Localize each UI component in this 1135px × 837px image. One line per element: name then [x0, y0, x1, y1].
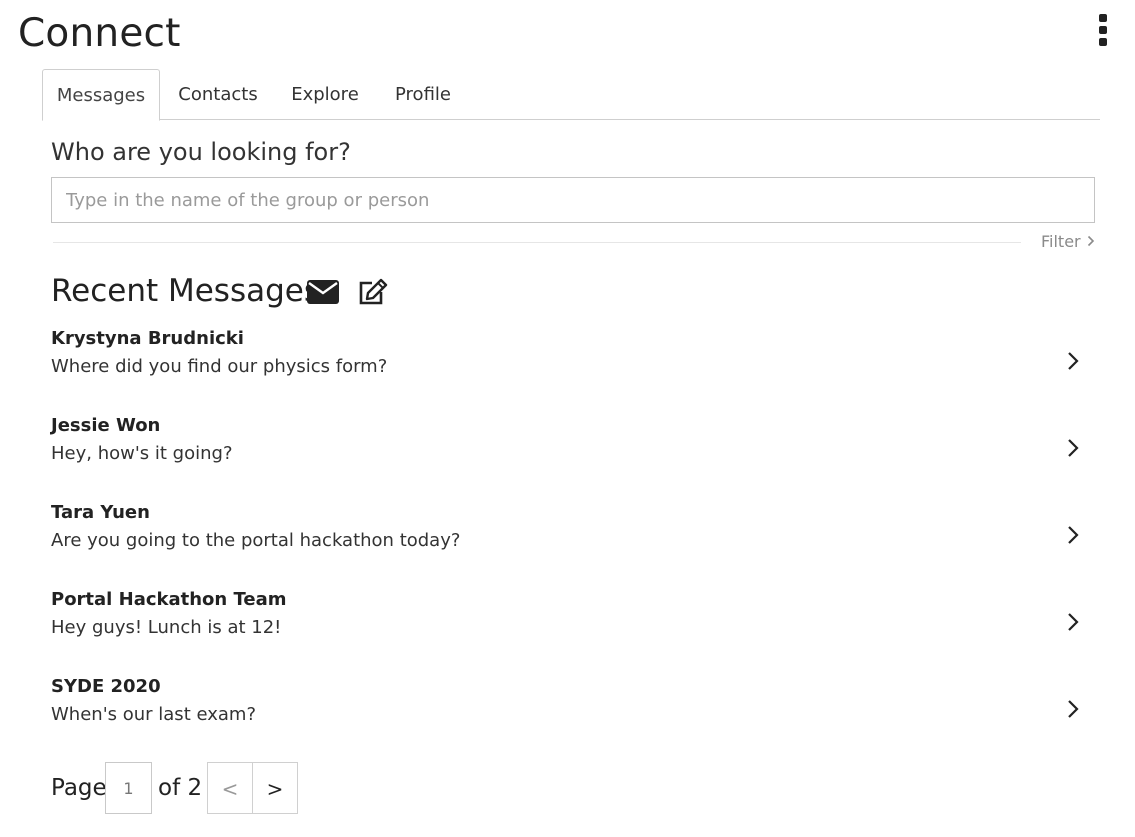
- chevron-right-icon[interactable]: [1064, 697, 1082, 721]
- page-number-input[interactable]: [105, 762, 152, 814]
- message-list: Krystyna Brudnicki Where did you find ou…: [51, 325, 1091, 760]
- chevron-right-icon[interactable]: [1064, 349, 1082, 373]
- envelope-icon[interactable]: [307, 280, 339, 304]
- filter-button[interactable]: Filter: [1041, 232, 1095, 252]
- message-preview: Are you going to the portal hackathon to…: [51, 530, 461, 551]
- search-input[interactable]: [51, 177, 1095, 223]
- message-sender: SYDE 2020: [51, 676, 161, 697]
- chevron-right-icon: [1087, 232, 1095, 252]
- message-item[interactable]: Portal Hackathon Team Hey guys! Lunch is…: [51, 586, 1091, 673]
- chevron-right-icon[interactable]: [1064, 436, 1082, 460]
- message-sender: Jessie Won: [51, 415, 161, 436]
- recent-messages-title: Recent Messages: [51, 273, 321, 309]
- tab-messages[interactable]: Messages: [42, 69, 160, 121]
- compose-icon[interactable]: [358, 278, 388, 306]
- message-sender: Tara Yuen: [51, 502, 150, 523]
- message-sender: Krystyna Brudnicki: [51, 328, 244, 349]
- message-item[interactable]: SYDE 2020 When's our last exam?: [51, 673, 1091, 760]
- message-sender: Portal Hackathon Team: [51, 589, 287, 610]
- message-preview: When's our last exam?: [51, 704, 256, 725]
- tab-contacts[interactable]: Contacts: [168, 69, 268, 119]
- prev-page-button[interactable]: <: [207, 762, 253, 814]
- tab-profile[interactable]: Profile: [384, 69, 462, 119]
- tab-explore[interactable]: Explore: [282, 69, 368, 119]
- page-count-label: of 2: [158, 775, 203, 801]
- search-label: Who are you looking for?: [51, 138, 351, 166]
- message-item[interactable]: Krystyna Brudnicki Where did you find ou…: [51, 325, 1091, 412]
- message-item[interactable]: Jessie Won Hey, how's it going?: [51, 412, 1091, 499]
- message-preview: Hey, how's it going?: [51, 443, 233, 464]
- page-label: Page: [51, 775, 107, 801]
- app-title: Connect: [18, 11, 181, 56]
- message-preview: Hey guys! Lunch is at 12!: [51, 617, 282, 638]
- chevron-right-icon[interactable]: [1064, 523, 1082, 547]
- message-preview: Where did you find our physics form?: [51, 356, 388, 377]
- next-page-button[interactable]: >: [252, 762, 298, 814]
- tab-bar: Messages Contacts Explore Profile: [42, 69, 1100, 121]
- chevron-right-icon[interactable]: [1064, 610, 1082, 634]
- more-options-icon[interactable]: [1096, 14, 1110, 46]
- filter-divider: [53, 242, 1021, 243]
- message-item[interactable]: Tara Yuen Are you going to the portal ha…: [51, 499, 1091, 586]
- filter-label: Filter: [1041, 232, 1081, 251]
